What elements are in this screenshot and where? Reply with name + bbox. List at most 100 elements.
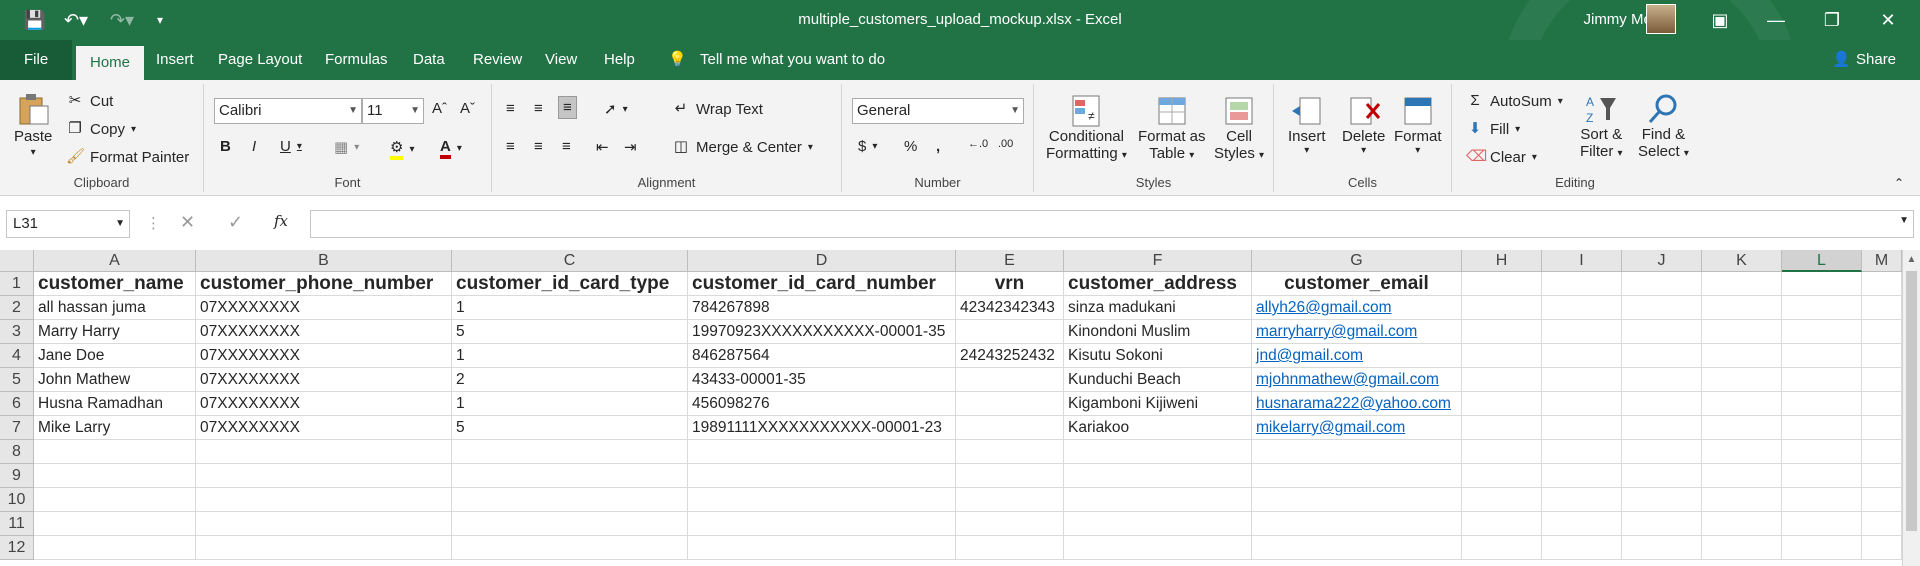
function-icon[interactable]: fx	[274, 212, 288, 230]
empty-cell[interactable]	[1622, 344, 1702, 368]
header-cell[interactable]: customer_phone_number	[196, 272, 452, 296]
decrease-font-icon[interactable]: Aˇ	[460, 100, 475, 117]
tab-formulas[interactable]: Formulas	[325, 40, 388, 80]
align-center-icon[interactable]: ≡	[534, 138, 543, 155]
tab-review[interactable]: Review	[473, 40, 522, 80]
empty-cell[interactable]	[1542, 488, 1622, 512]
empty-cell[interactable]	[1542, 320, 1622, 344]
share-button[interactable]: Share	[1856, 40, 1896, 80]
empty-cell[interactable]	[1782, 464, 1862, 488]
empty-cell[interactable]	[1782, 392, 1862, 416]
row-header-5[interactable]: 5	[0, 368, 34, 392]
data-cell[interactable]: 5	[452, 416, 688, 440]
row-header-6[interactable]: 6	[0, 392, 34, 416]
data-cell[interactable]: 24243252432	[956, 344, 1064, 368]
formula-input[interactable]: ▼	[310, 210, 1914, 238]
empty-cell[interactable]	[34, 464, 196, 488]
empty-cell[interactable]	[1702, 272, 1782, 296]
lightbulb-icon[interactable]: 💡	[668, 40, 687, 80]
empty-cell[interactable]	[1862, 296, 1902, 320]
empty-cell[interactable]	[196, 440, 452, 464]
empty-cell[interactable]	[1462, 272, 1542, 296]
empty-cell[interactable]	[1782, 512, 1862, 536]
tab-data[interactable]: Data	[413, 40, 445, 80]
data-cell[interactable]: sinza madukani	[1064, 296, 1252, 320]
empty-cell[interactable]	[688, 512, 956, 536]
empty-cell[interactable]	[1702, 368, 1782, 392]
email-link-cell[interactable]: jnd@gmail.com	[1252, 344, 1462, 368]
empty-cell[interactable]	[1622, 464, 1702, 488]
empty-cell[interactable]	[452, 440, 688, 464]
empty-cell[interactable]	[1782, 296, 1862, 320]
empty-cell[interactable]	[1622, 440, 1702, 464]
tell-me-search[interactable]: Tell me what you want to do	[700, 40, 885, 80]
data-cell[interactable]: 07XXXXXXXX	[196, 416, 452, 440]
data-cell[interactable]: 07XXXXXXXX	[196, 296, 452, 320]
data-cell[interactable]: 07XXXXXXXX	[196, 344, 452, 368]
empty-cell[interactable]	[1064, 440, 1252, 464]
autosum-button[interactable]: Σ AutoSum ▾	[1466, 92, 1562, 110]
empty-cell[interactable]	[1702, 344, 1782, 368]
format-as-table-button[interactable]: Format as Table ▾	[1138, 94, 1206, 162]
data-cell[interactable]: Kigamboni Kijiweni	[1064, 392, 1252, 416]
empty-cell[interactable]	[1622, 272, 1702, 296]
data-cell[interactable]: 784267898	[688, 296, 956, 320]
tab-insert[interactable]: Insert	[156, 40, 194, 80]
empty-cell[interactable]	[452, 488, 688, 512]
select-all-corner[interactable]	[0, 250, 34, 272]
data-cell[interactable]: 1	[452, 392, 688, 416]
empty-cell[interactable]	[1702, 392, 1782, 416]
empty-cell[interactable]	[1782, 536, 1862, 560]
empty-cell[interactable]	[1622, 416, 1702, 440]
empty-cell[interactable]	[1462, 416, 1542, 440]
data-cell[interactable]: 43433-00001-35	[688, 368, 956, 392]
spreadsheet-grid[interactable]: A B C D E F G H I J K L M 1 customer_name customer_phon…	[0, 250, 1920, 566]
column-header-f[interactable]: F	[1064, 250, 1252, 272]
empty-cell[interactable]	[452, 512, 688, 536]
empty-cell[interactable]	[1862, 344, 1902, 368]
empty-cell[interactable]	[452, 464, 688, 488]
scroll-thumb[interactable]	[1906, 271, 1917, 531]
empty-cell[interactable]	[1622, 320, 1702, 344]
row-header-1[interactable]: 1	[0, 272, 34, 296]
empty-cell[interactable]	[1782, 344, 1862, 368]
empty-cell[interactable]	[956, 464, 1064, 488]
data-cell[interactable]: 07XXXXXXXX	[196, 392, 452, 416]
clear-button[interactable]: ⌫ Clear ▾	[1466, 148, 1537, 166]
column-header-e[interactable]: E	[956, 250, 1064, 272]
empty-cell[interactable]	[1782, 488, 1862, 512]
percent-icon[interactable]: %	[904, 138, 917, 155]
empty-cell[interactable]	[1622, 488, 1702, 512]
empty-cell[interactable]	[688, 464, 956, 488]
italic-button[interactable]: I	[252, 138, 256, 155]
column-header-j[interactable]: J	[1622, 250, 1702, 272]
empty-cell[interactable]	[1462, 488, 1542, 512]
empty-cell[interactable]	[1622, 296, 1702, 320]
empty-cell[interactable]	[1462, 464, 1542, 488]
email-link-cell[interactable]: mjohnmathew@gmail.com	[1252, 368, 1462, 392]
empty-cell[interactable]	[1542, 416, 1622, 440]
data-cell[interactable]	[956, 320, 1064, 344]
empty-cell[interactable]	[688, 536, 956, 560]
column-header-m[interactable]: M	[1862, 250, 1902, 272]
empty-cell[interactable]	[1252, 464, 1462, 488]
row-header-3[interactable]: 3	[0, 320, 34, 344]
tab-page-layout[interactable]: Page Layout	[218, 40, 302, 80]
cell-styles-button[interactable]: Cell Styles ▾	[1214, 94, 1264, 162]
email-link-cell[interactable]: marryharry@gmail.com	[1252, 320, 1462, 344]
empty-cell[interactable]	[1542, 512, 1622, 536]
empty-cell[interactable]	[34, 536, 196, 560]
header-cell[interactable]: customer_id_card_type	[452, 272, 688, 296]
data-cell[interactable]: Kisutu Sokoni	[1064, 344, 1252, 368]
empty-cell[interactable]	[1064, 464, 1252, 488]
empty-cell[interactable]	[688, 440, 956, 464]
number-format-select[interactable]: General ▼	[852, 98, 1024, 124]
header-cell[interactable]: customer_address	[1064, 272, 1252, 296]
align-top-icon[interactable]: ≡	[506, 100, 515, 117]
empty-cell[interactable]	[1542, 296, 1622, 320]
conditional-formatting-button[interactable]: ≠ Conditional Formatting ▾	[1046, 94, 1127, 162]
data-cell[interactable]: Kinondoni Muslim	[1064, 320, 1252, 344]
row-header-11[interactable]: 11	[0, 512, 34, 536]
empty-cell[interactable]	[1542, 440, 1622, 464]
empty-cell[interactable]	[1862, 368, 1902, 392]
